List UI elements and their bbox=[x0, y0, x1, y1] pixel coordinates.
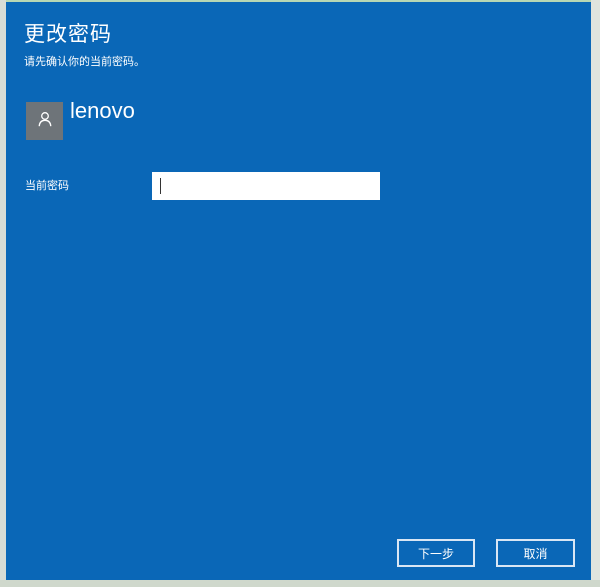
current-password-input[interactable] bbox=[152, 172, 380, 200]
user-icon bbox=[38, 111, 52, 131]
text-caret bbox=[160, 178, 161, 194]
backdrop-edge-bottom bbox=[0, 580, 600, 587]
dialog-title: 更改密码 bbox=[24, 22, 112, 46]
next-button[interactable]: 下一步 bbox=[397, 539, 475, 567]
avatar bbox=[26, 102, 63, 140]
backdrop-edge-right bbox=[591, 0, 600, 587]
account-name: lenovo bbox=[70, 98, 135, 123]
dialog-subtitle: 请先确认你的当前密码。 bbox=[24, 55, 145, 68]
window-backdrop: 更改密码 请先确认你的当前密码。 lenovo 当前密码 下一步 取消 bbox=[0, 0, 600, 587]
current-password-label: 当前密码 bbox=[25, 179, 69, 192]
change-password-dialog: 更改密码 请先确认你的当前密码。 lenovo 当前密码 下一步 取消 bbox=[6, 2, 591, 580]
cancel-button[interactable]: 取消 bbox=[496, 539, 575, 567]
